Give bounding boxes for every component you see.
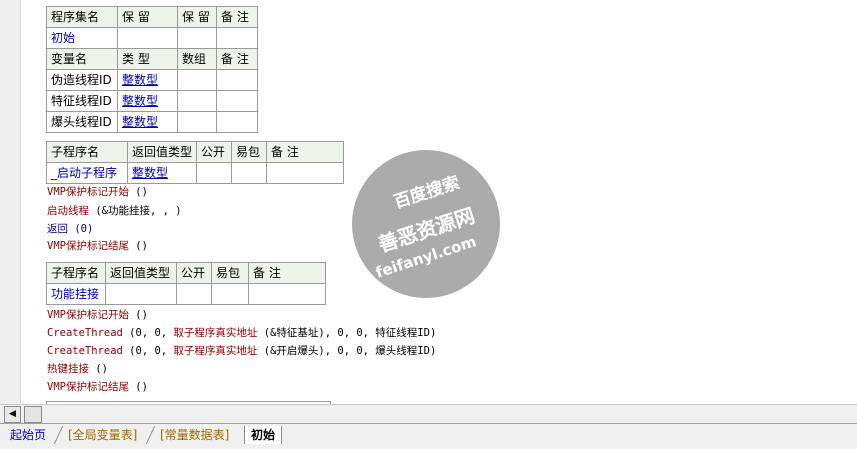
cell[interactable] xyxy=(211,283,249,305)
cell[interactable] xyxy=(216,90,258,112)
code-args: (&功能挂接, , ) xyxy=(89,205,182,217)
code-command: 启动线程 xyxy=(47,205,89,217)
cell[interactable] xyxy=(216,111,258,133)
col-sub-name: 子程序名 xyxy=(46,262,106,284)
code-args: (0) xyxy=(68,223,94,235)
var-type[interactable]: 整数型 xyxy=(117,69,178,91)
code-args-rest: (&开启爆头), 0, 0, 爆头线程ID) xyxy=(257,345,437,357)
tab-start-page[interactable]: 起始页 xyxy=(4,426,52,444)
sub-return-type[interactable]: 整数型 xyxy=(126,162,198,184)
cell[interactable] xyxy=(216,69,258,91)
code-line[interactable]: 启动线程 (&功能挂接, , ) xyxy=(47,203,182,219)
code-line[interactable]: CreateThread (0, 0, 取子程序真实地址 (&特征基址), 0,… xyxy=(47,325,436,341)
cell[interactable] xyxy=(177,111,217,133)
scroll-thumb[interactable] xyxy=(24,406,42,423)
col-sub-remark: 备 注 xyxy=(266,141,345,163)
col-remark: 备 注 xyxy=(216,6,258,28)
var-type[interactable]: 整数型 xyxy=(117,111,178,133)
cell[interactable] xyxy=(177,27,217,49)
cell[interactable] xyxy=(176,283,212,305)
code-line[interactable]: VMP保护标记结尾 () xyxy=(47,238,148,254)
cell[interactable] xyxy=(216,27,258,49)
col-return-type: 返回值类型 xyxy=(126,141,198,163)
code-args: () xyxy=(128,381,148,393)
code-line[interactable]: VMP保护标记开始 () xyxy=(47,184,148,200)
subroutine-table-startup: 子程序名 返回值类型 公开 易包 备 注 _启动子程序 整数型 xyxy=(46,141,345,184)
cell[interactable] xyxy=(196,162,233,184)
code-function: 取子程序真实地址 xyxy=(173,327,258,339)
col-return-type: 返回值类型 xyxy=(105,262,177,284)
var-name[interactable]: 特征线程ID xyxy=(46,90,118,112)
var-type[interactable]: 整数型 xyxy=(117,90,178,112)
code-command: VMP保护标记结尾 xyxy=(47,240,129,252)
col-sub-name: 子程序名 xyxy=(46,141,128,163)
document-tab-bar: 起始页 [全局变量表] [常量数据表] 初始 xyxy=(0,423,857,449)
sub-name[interactable]: 功能挂接 xyxy=(46,283,106,305)
watermark-logo: 百度搜索 善恶资源网 feifanyl.com xyxy=(352,150,500,298)
cell[interactable] xyxy=(248,283,326,305)
tab-global-variables[interactable]: [全局变量表] xyxy=(62,426,143,444)
code-line[interactable]: CreateThread (0, 0, 取子程序真实地址 (&开启爆头), 0,… xyxy=(47,343,436,359)
code-args: (0, 0, xyxy=(122,327,174,339)
col-reserved-1: 保 留 xyxy=(117,6,178,28)
col-public: 公开 xyxy=(176,262,212,284)
cell[interactable] xyxy=(231,162,268,184)
col-var-name: 变量名 xyxy=(46,48,118,70)
var-name[interactable]: 伪造线程ID xyxy=(46,69,118,91)
code-line[interactable]: 热键挂接 () xyxy=(47,361,108,377)
sub-name[interactable]: _启动子程序 xyxy=(46,162,128,184)
col-assembly-name: 程序集名 xyxy=(46,6,118,28)
code-command: 返回 xyxy=(47,223,68,235)
col-array: 数组 xyxy=(177,48,217,70)
code-args: () xyxy=(128,309,148,321)
scroll-left-icon[interactable]: ◀ xyxy=(4,406,21,423)
code-command: VMP保护标记结尾 xyxy=(47,381,129,393)
code-args: () xyxy=(128,186,148,198)
code-command: CreateThread xyxy=(47,327,123,339)
col-sub-remark: 备 注 xyxy=(248,262,326,284)
tab-initial[interactable]: 初始 xyxy=(244,426,283,444)
tab-constants[interactable]: [常量数据表] xyxy=(154,426,235,444)
code-line[interactable]: VMP保护标记开始 () xyxy=(47,307,148,323)
code-args: (0, 0, xyxy=(122,345,174,357)
cell[interactable] xyxy=(177,69,217,91)
code-command: VMP保护标记开始 xyxy=(47,186,129,198)
code-command: CreateThread xyxy=(47,345,123,357)
code-line[interactable]: VMP保护标记结尾 () xyxy=(47,379,148,395)
col-type: 类 型 xyxy=(117,48,178,70)
code-function: 取子程序真实地址 xyxy=(173,345,258,357)
code-args: () xyxy=(89,363,108,375)
code-command: VMP保护标记开始 xyxy=(47,309,129,321)
col-easy-pack: 易包 xyxy=(211,262,249,284)
cell[interactable] xyxy=(117,27,178,49)
col-var-remark: 备 注 xyxy=(216,48,258,70)
col-easy-pack: 易包 xyxy=(231,141,268,163)
col-public: 公开 xyxy=(196,141,233,163)
code-args: () xyxy=(128,240,148,252)
cell[interactable] xyxy=(105,283,177,305)
var-name[interactable]: 爆头线程ID xyxy=(46,111,118,133)
subroutine-table-hook: 子程序名 返回值类型 公开 易包 备 注 功能挂接 xyxy=(46,262,326,305)
line-gutter xyxy=(0,0,21,404)
assembly-table: 程序集名 保 留 保 留 备 注 初始 变量名 类 型 数组 备 注 伪造线程I… xyxy=(46,6,258,133)
code-line[interactable]: 返回 (0) xyxy=(47,221,93,237)
cell[interactable] xyxy=(177,90,217,112)
horizontal-scrollbar[interactable]: ◀ xyxy=(0,404,857,423)
code-command: 热键挂接 xyxy=(47,363,89,375)
col-reserved-2: 保 留 xyxy=(177,6,217,28)
code-args-rest: (&特征基址), 0, 0, 特征线程ID) xyxy=(257,327,437,339)
assembly-name[interactable]: 初始 xyxy=(46,27,118,49)
cell[interactable] xyxy=(266,162,345,184)
